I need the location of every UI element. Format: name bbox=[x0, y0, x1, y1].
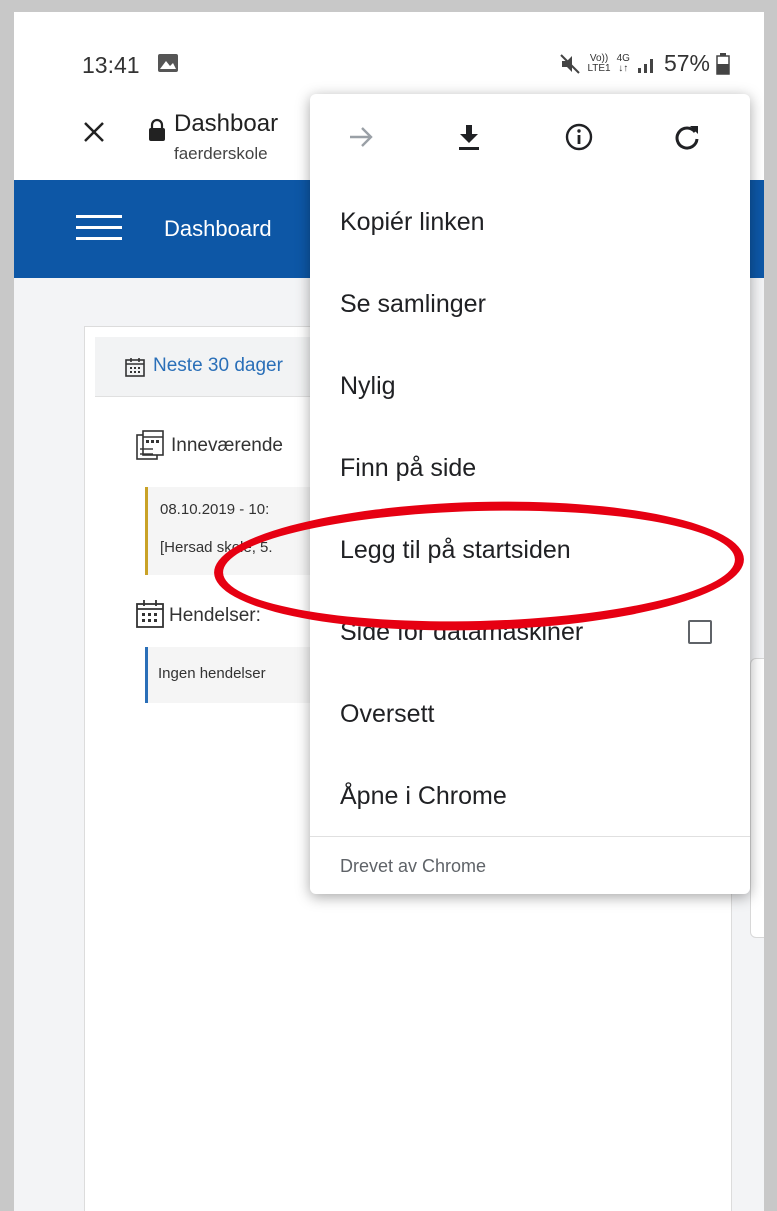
info-icon[interactable] bbox=[564, 122, 594, 152]
phone-screen: 13:41 Vo)) LTE1 4G ↓↑ 57% Dashboar faerd… bbox=[14, 12, 764, 1211]
side-panel-edge bbox=[750, 658, 764, 938]
reload-icon[interactable] bbox=[672, 122, 702, 152]
signal-icon bbox=[637, 58, 653, 73]
forward-icon[interactable] bbox=[346, 122, 376, 152]
menu-item-translate[interactable]: Oversett bbox=[310, 674, 750, 756]
calendar-icon bbox=[136, 600, 164, 628]
current-event-date: 08.10.2019 - 10: bbox=[160, 501, 270, 518]
menu-item-desktop-site[interactable]: Side for datamaskiner bbox=[310, 592, 750, 674]
menu-item-add-to-home[interactable]: Legg til på startsiden bbox=[310, 510, 750, 592]
chrome-overflow-menu: Kopiér linken Se samlinger Nylig Finn på… bbox=[310, 94, 750, 894]
menu-item-collections[interactable]: Se samlinger bbox=[310, 264, 750, 346]
no-events-text: Ingen hendelser bbox=[158, 665, 266, 682]
next-30-days-link[interactable]: Neste 30 dager bbox=[153, 355, 283, 377]
menu-icon-row bbox=[310, 94, 750, 182]
hamburger-menu-icon[interactable] bbox=[76, 213, 122, 243]
menu-item-find-in-page[interactable]: Finn på side bbox=[310, 428, 750, 510]
desktop-site-checkbox[interactable] bbox=[688, 620, 712, 644]
status-indicators: Vo)) LTE1 4G ↓↑ 57% bbox=[559, 50, 730, 77]
calendar-icon bbox=[125, 358, 145, 377]
menu-item-recent[interactable]: Nylig bbox=[310, 346, 750, 428]
tab-url: faerderskole bbox=[174, 144, 268, 163]
menu-item-copy-link[interactable]: Kopiér linken bbox=[310, 182, 750, 264]
close-icon[interactable] bbox=[82, 120, 106, 144]
status-time: 13:41 bbox=[82, 52, 140, 78]
network-type: 4G ↓↑ bbox=[616, 52, 630, 74]
battery-icon bbox=[716, 52, 730, 75]
mute-icon bbox=[560, 53, 581, 74]
events-section-label: Hendelser: bbox=[169, 605, 261, 626]
menu-item-open-in-chrome[interactable]: Åpne i Chrome bbox=[310, 756, 750, 838]
volte-indicator: Vo)) LTE1 bbox=[587, 52, 611, 74]
current-section-label: Inneværende bbox=[171, 435, 283, 456]
download-icon[interactable] bbox=[454, 122, 484, 152]
gallery-icon bbox=[158, 54, 178, 72]
menu-divider bbox=[310, 836, 750, 837]
lock-icon[interactable] bbox=[148, 118, 166, 142]
calendar-list-icon bbox=[136, 430, 164, 460]
current-event-location: [Hersad skole, 5. bbox=[160, 539, 273, 556]
app-title: Dashboard bbox=[164, 216, 272, 241]
powered-by-label: Drevet av Chrome bbox=[340, 856, 487, 876]
status-bar: 13:41 Vo)) LTE1 4G ↓↑ 57% bbox=[14, 12, 764, 92]
battery-percent: 57% bbox=[663, 50, 710, 76]
tab-title: Dashboar bbox=[174, 110, 279, 137]
